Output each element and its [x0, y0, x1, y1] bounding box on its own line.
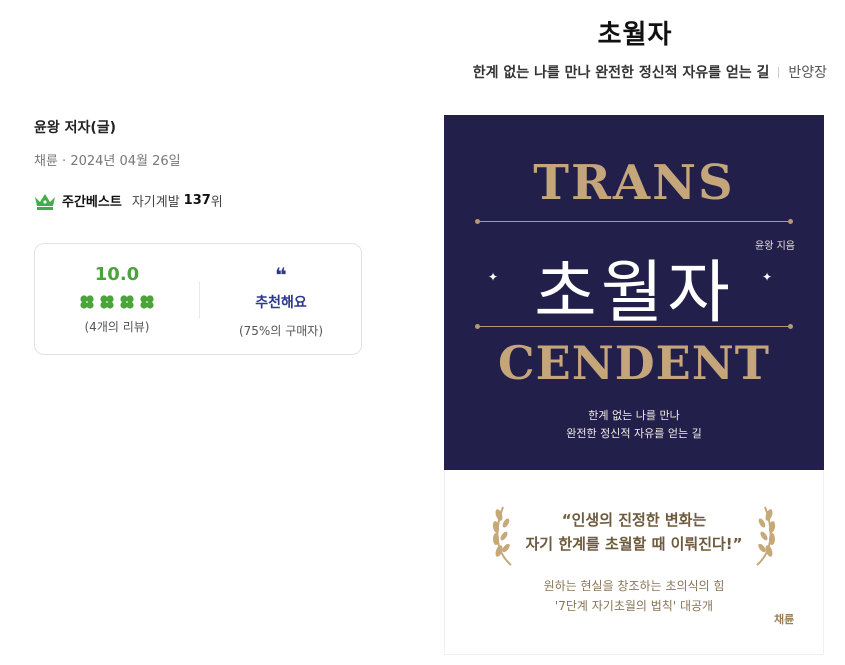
- cover-description: 원하는 현실을 창조하는 초의식의 힘 '7단계 자기초월의 법칙' 대공개: [444, 576, 824, 616]
- publisher-date: 채륜 · 2024년 04월 26일: [34, 154, 181, 169]
- book-title: 초월자: [597, 20, 673, 50]
- cover-ornament-line: [480, 326, 788, 327]
- cover-subtitle-line: 한계 없는 나를 만나: [588, 409, 680, 422]
- cover-subtitle: 한계 없는 나를 만나 완전한 정신적 자유를 얻는 길: [444, 407, 824, 443]
- recommend-percent: (75%의 구매자): [238, 324, 323, 338]
- recommend-column[interactable]: ❝ 추천해요 (75%의 구매자): [199, 264, 363, 339]
- clover-icon: [80, 295, 94, 309]
- clover-icon: [140, 295, 154, 309]
- bestseller-label: 주간베스트: [62, 195, 122, 210]
- divider: [778, 67, 780, 78]
- review-count: (4개의 리뷰): [84, 320, 150, 334]
- cover-publisher: 채륜: [774, 613, 795, 626]
- crown-icon: [35, 193, 55, 210]
- sparkle-icon: ✦: [762, 270, 773, 284]
- sparkle-icon: ✦: [488, 270, 499, 284]
- book-cover-image[interactable]: TRANS 초월자 윤왕 지음 ✦ ✦ CENDENT 한계 없는 나를 만나 …: [444, 115, 824, 655]
- author-link[interactable]: 윤왕 저자(글): [34, 117, 116, 137]
- cover-author: 윤왕 지음: [755, 241, 795, 252]
- clover-rating: [35, 294, 199, 310]
- rating-score: 10.0: [94, 264, 140, 285]
- review-summary-box: 10.0 (4개의 리뷰) ❝ 추천해요 (75%의 구매자): [34, 243, 362, 355]
- cover-word-cendent: CENDENT: [498, 336, 770, 390]
- cover-ornament-dot: [788, 219, 793, 224]
- bestseller-badge[interactable]: 주간베스트 자기계발 137 위: [34, 191, 223, 210]
- cover-description-line: '7단계 자기초월의 법칙' 대공개: [554, 599, 714, 613]
- cover-ornament-dot: [788, 324, 793, 329]
- book-subtitle: 한계 없는 나를 만나 완전한 정신적 자유를 얻는 길: [472, 65, 770, 81]
- cover-ornament-line: [480, 221, 788, 222]
- clover-icon: [120, 295, 134, 309]
- rating-column[interactable]: 10.0 (4개의 리뷰): [35, 264, 199, 335]
- bestseller-rank: 137: [183, 193, 211, 208]
- clover-icon: [100, 295, 114, 309]
- cover-subtitle-line: 완전한 정신적 자유를 얻는 길: [566, 427, 702, 440]
- quote-icon: ❝: [275, 263, 287, 287]
- subtitle-row: 한계 없는 나를 만나 완전한 정신적 자유를 얻는 길 반양장: [473, 62, 827, 82]
- cover-quote-line: “인생의 진정한 변화는: [561, 511, 707, 529]
- cover-quote: “인생의 진정한 변화는 자기 한계를 초월할 때 이뤄진다!”: [444, 508, 824, 556]
- cover-description-line: 원하는 현실을 창조하는 초의식의 힘: [543, 579, 725, 593]
- cover-quote-line: 자기 한계를 초월할 때 이뤄진다!”: [525, 535, 743, 553]
- cover-word-trans: TRANS: [533, 155, 735, 211]
- bestseller-category: 자기계발: [131, 195, 180, 210]
- binding-type: 반양장: [788, 65, 827, 81]
- recommend-label: 추천해요: [255, 295, 307, 311]
- bestseller-rank-unit: 위: [210, 195, 223, 210]
